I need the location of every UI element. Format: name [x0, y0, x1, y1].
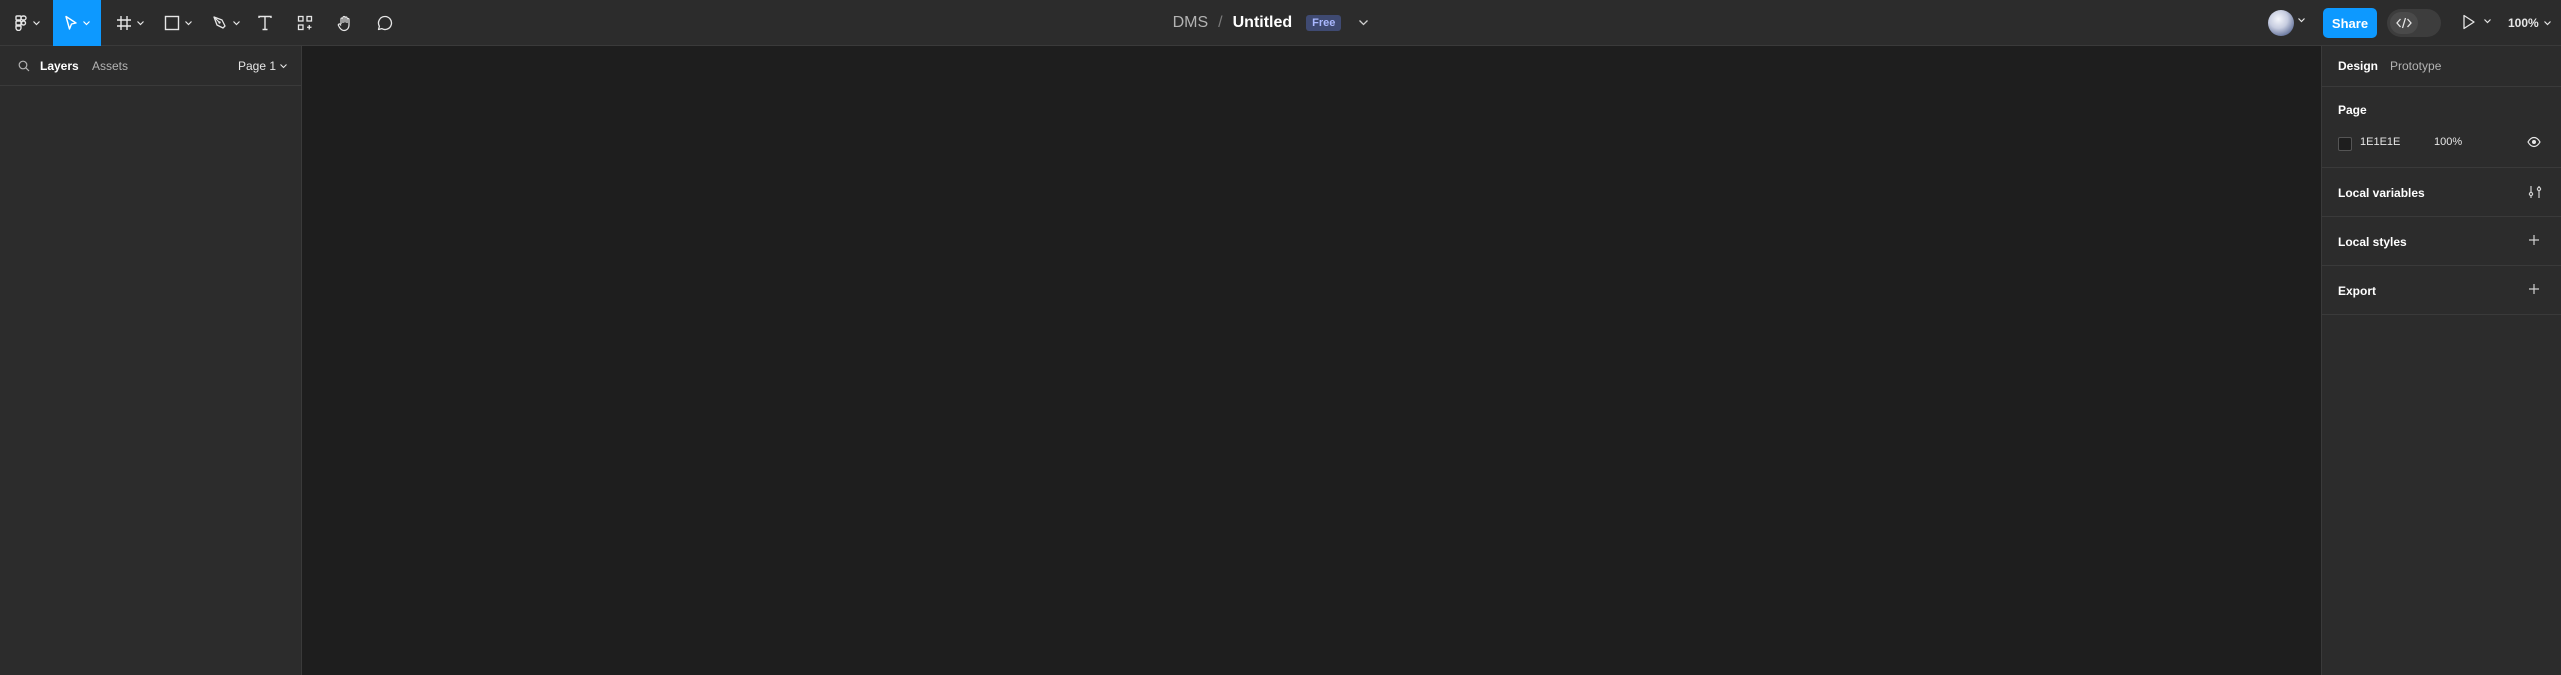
- chevron-down-icon: [33, 20, 40, 25]
- search-icon[interactable]: [18, 60, 30, 72]
- chevron-down-icon: [83, 20, 90, 25]
- text-tool-button[interactable]: [253, 0, 277, 46]
- page-selector[interactable]: Page 1: [238, 59, 287, 73]
- dev-mode-toggle[interactable]: [2387, 9, 2441, 37]
- move-tool-button[interactable]: [53, 0, 101, 46]
- shape-tool-icon: [164, 15, 180, 31]
- zoom-level: 100%: [2508, 16, 2539, 30]
- resources-icon: [297, 15, 313, 31]
- tab-prototype[interactable]: Prototype: [2390, 59, 2441, 73]
- tab-layers[interactable]: Layers: [40, 59, 79, 73]
- local-variables-title: Local variables: [2338, 186, 2425, 200]
- plan-badge: Free: [1306, 15, 1342, 31]
- layers-panel: Layers Assets Page 1: [0, 46, 302, 675]
- right-panel-tabs: Design Prototype: [2322, 46, 2561, 86]
- project-name[interactable]: DMS: [1173, 14, 1209, 32]
- export-section: Export: [2322, 266, 2561, 315]
- plus-icon[interactable]: [2528, 234, 2540, 246]
- resources-button[interactable]: [293, 0, 317, 46]
- comment-tool-button[interactable]: [373, 0, 397, 46]
- share-button[interactable]: Share: [2323, 8, 2377, 38]
- local-styles-section: Local styles: [2322, 217, 2561, 266]
- page-color-opacity[interactable]: 100%: [2434, 136, 2462, 148]
- toolbar: DMS / Untitled Free Share 100%: [0, 0, 2561, 46]
- tab-design[interactable]: Design: [2338, 59, 2378, 73]
- export-title: Export: [2338, 284, 2377, 298]
- main-menu-button[interactable]: [8, 0, 46, 46]
- file-name[interactable]: Untitled: [1233, 14, 1293, 32]
- pen-tool-icon: [213, 16, 226, 29]
- local-styles-title: Local styles: [2338, 235, 2407, 249]
- hand-tool-button[interactable]: [333, 0, 357, 46]
- shape-tool-button[interactable]: [158, 0, 198, 46]
- chevron-down-icon[interactable]: [2484, 19, 2491, 24]
- tab-assets[interactable]: Assets: [92, 59, 128, 73]
- page-color-swatch[interactable]: [2338, 137, 2352, 151]
- left-panel-tabs: Layers Assets Page 1: [0, 46, 301, 86]
- zoom-dropdown[interactable]: 100%: [2508, 0, 2551, 46]
- local-variables-section: Local variables: [2322, 168, 2561, 217]
- text-tool-icon: [258, 15, 272, 31]
- page-section: Page 1E1E1E 100%: [2322, 86, 2561, 168]
- page-section-title: Page: [2338, 103, 2367, 117]
- chevron-down-icon[interactable]: [2298, 18, 2305, 23]
- present-icon[interactable]: [2462, 14, 2476, 30]
- move-tool-icon: [65, 15, 77, 30]
- chevron-down-icon: [137, 20, 144, 25]
- avatar[interactable]: [2268, 10, 2294, 36]
- chevron-down-icon[interactable]: [1359, 20, 1369, 26]
- frame-tool-button[interactable]: [110, 0, 150, 46]
- eye-icon[interactable]: [2527, 136, 2541, 148]
- properties-panel: Design Prototype Page 1E1E1E 100% Local …: [2321, 46, 2561, 675]
- pen-tool-button[interactable]: [206, 0, 246, 46]
- hand-tool-icon: [337, 15, 350, 31]
- chevron-down-icon: [233, 20, 240, 25]
- chevron-down-icon: [2543, 20, 2551, 25]
- frame-tool-icon: [117, 16, 131, 30]
- page-color-hex[interactable]: 1E1E1E: [2360, 136, 2400, 148]
- file-title-area[interactable]: DMS / Untitled Free: [1173, 14, 1369, 32]
- figma-menu-icon: [15, 15, 27, 31]
- variables-settings-icon[interactable]: [2528, 185, 2542, 199]
- chevron-down-icon: [185, 20, 192, 25]
- dev-mode-icon: [2396, 17, 2412, 29]
- comment-icon: [377, 15, 393, 31]
- canvas[interactable]: [302, 46, 2321, 675]
- chevron-down-icon: [280, 63, 287, 68]
- plus-icon[interactable]: [2528, 283, 2540, 295]
- title-separator: /: [1218, 14, 1223, 31]
- page-selector-label: Page 1: [238, 59, 277, 73]
